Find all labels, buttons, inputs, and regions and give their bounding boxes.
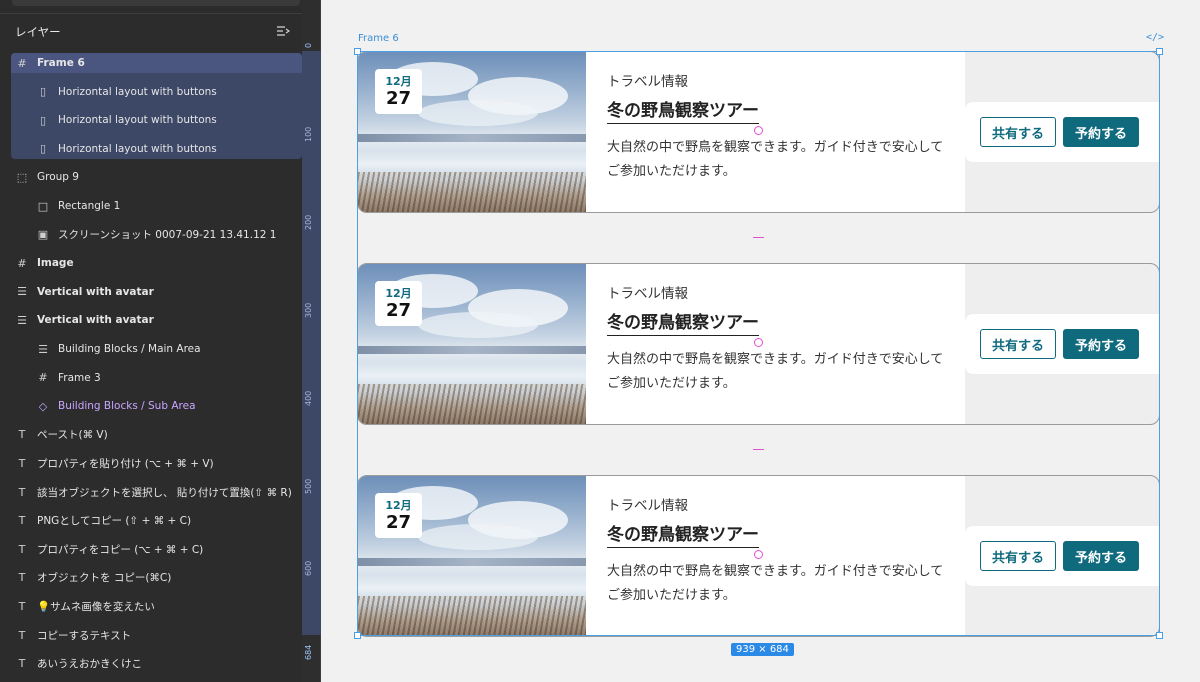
frame-icon: # xyxy=(17,56,27,70)
resize-handle-top-right[interactable] xyxy=(1156,48,1163,55)
panel-divider xyxy=(0,13,302,14)
layer-row[interactable]: T 💡サムネ画像を変えたい xyxy=(0,596,302,616)
text-icon: T xyxy=(18,571,26,585)
spacing-indicator xyxy=(753,237,764,238)
layers-panel-title: レイヤー xyxy=(15,25,61,39)
rectangle-icon: □ xyxy=(37,199,49,213)
layer-label: オブジェクトを コピー(⌘C) xyxy=(37,572,172,585)
vertical-layout-icon: ☰ xyxy=(38,342,48,356)
layer-label: Rectangle 1 xyxy=(58,200,121,212)
ruler-tick-label: 200 xyxy=(304,214,313,230)
layer-row[interactable]: ☰ Vertical with avatar xyxy=(0,310,302,330)
layer-row[interactable]: T プロパティをコピー (⌥ + ⌘ + C) xyxy=(0,539,302,559)
layer-label: Horizontal layout with buttons xyxy=(58,114,217,127)
layer-row[interactable]: T プロパティを貼り付け (⌥ + ⌘ + V) xyxy=(0,453,302,473)
frame-icon: # xyxy=(38,371,48,385)
horizontal-layout-icon: ▯ xyxy=(39,142,47,156)
group-icon: ⬚ xyxy=(16,170,28,184)
frame-name-label[interactable]: Frame 6 xyxy=(358,33,399,44)
layer-row[interactable]: T PNGとしてコピー (⇧ + ⌘ + C) xyxy=(0,511,302,531)
image-icon: ▣ xyxy=(37,228,49,242)
component-icon: ◇ xyxy=(38,399,48,413)
layer-label: Vertical with avatar xyxy=(37,314,154,327)
layer-label: Frame 3 xyxy=(58,371,101,384)
layer-row[interactable]: ▯ Horizontal layout with buttons xyxy=(0,139,302,159)
layer-row[interactable]: ▣ スクリーンショット 0007-09-21 13.41.12 1 xyxy=(0,225,302,245)
spacing-indicator xyxy=(753,449,764,450)
layer-label: プロパティを貼り付け (⌥ + ⌘ + V) xyxy=(37,457,214,470)
ruler-tick-label: 400 xyxy=(304,390,313,406)
vertical-layout-icon: ☰ xyxy=(17,285,27,299)
layer-label: 該当オブジェクトを選択し、 貼り付けて置換(⇧ ⌘ R) xyxy=(37,486,292,499)
layer-row[interactable]: ☰ Building Blocks / Main Area xyxy=(0,339,302,359)
layer-row[interactable]: T ペースト(⌘ V) xyxy=(0,425,302,445)
text-icon: T xyxy=(18,485,26,499)
layer-label: Horizontal layout with buttons xyxy=(58,142,217,155)
ruler-tick-label: 500 xyxy=(304,478,313,494)
text-icon: T xyxy=(18,628,26,642)
text-icon: T xyxy=(18,542,26,556)
ruler-tick-label: 0 xyxy=(304,42,313,48)
layer-label: Frame 6 xyxy=(37,57,85,69)
code-icon[interactable]: </> xyxy=(1146,32,1164,43)
resize-handle-top-left[interactable] xyxy=(354,48,361,55)
layer-row[interactable]: T オブジェクトを コピー(⌘C) xyxy=(0,568,302,588)
frame-icon: # xyxy=(17,256,27,270)
vertical-layout-icon: ☰ xyxy=(17,313,27,327)
layer-label: あいうえおかきくけこ xyxy=(37,658,142,671)
layer-label: スクリーンショット 0007-09-21 13.41.12 1 xyxy=(58,229,277,242)
layer-label: PNGとしてコピー (⇧ + ⌘ + C) xyxy=(37,515,192,528)
resize-handle-bottom-right[interactable] xyxy=(1156,632,1163,639)
ruler-tick-label: 100 xyxy=(304,126,313,142)
text-icon: T xyxy=(18,428,26,442)
resize-handle-bottom-left[interactable] xyxy=(354,632,361,639)
collapse-layers-icon[interactable] xyxy=(276,24,290,38)
horizontal-layout-icon: ▯ xyxy=(39,113,47,127)
layer-row[interactable]: □ Rectangle 1 xyxy=(0,196,302,216)
layer-row[interactable]: ▯ Horizontal layout with buttons xyxy=(0,82,302,102)
layer-label: 💡サムネ画像を変えたい xyxy=(37,600,155,613)
layer-row[interactable]: ⬚ Group 9 xyxy=(0,167,302,187)
layer-label: Group 9 xyxy=(37,171,79,184)
layer-row[interactable]: # Frame 3 xyxy=(0,368,302,388)
layer-row[interactable]: # Frame 6 xyxy=(0,53,302,73)
text-icon: T xyxy=(18,456,26,470)
layer-label: コピーするテキスト xyxy=(37,629,132,642)
layer-label: ペースト(⌘ V) xyxy=(37,429,108,442)
text-icon: T xyxy=(18,599,26,613)
layer-label: Horizontal layout with buttons xyxy=(58,85,217,98)
layer-row[interactable]: # Image xyxy=(0,253,302,273)
text-icon: T xyxy=(18,514,26,528)
text-icon: T xyxy=(18,657,26,671)
layer-label: Vertical with avatar xyxy=(37,285,154,298)
ruler-tick-label: 600 xyxy=(304,560,313,576)
layer-row[interactable]: T 該当オブジェクトを選択し、 貼り付けて置換(⇧ ⌘ R) xyxy=(0,482,302,502)
layer-label: Building Blocks / Main Area xyxy=(58,343,201,355)
ruler-tick-label: 300 xyxy=(304,302,313,318)
layer-row[interactable]: ▯ Horizontal layout with buttons xyxy=(0,110,302,130)
ruler-tick-label: 684 xyxy=(304,644,313,660)
horizontal-layout-icon: ▯ xyxy=(39,85,47,99)
frame-size-badge: 939 × 684 xyxy=(731,643,794,656)
layer-row[interactable]: T コピーするテキスト xyxy=(0,625,302,645)
layer-label: プロパティをコピー (⌥ + ⌘ + C) xyxy=(37,543,204,556)
layer-label: Image xyxy=(37,257,74,270)
layer-row[interactable]: T あいうえおかきくけこ xyxy=(0,654,302,674)
layer-label: Building Blocks / Sub Area xyxy=(58,400,196,413)
layer-row[interactable]: ☰ Vertical with avatar xyxy=(0,282,302,302)
panel-top-bar xyxy=(12,0,300,6)
frame-selection-box[interactable] xyxy=(357,51,1160,636)
layer-row[interactable]: ◇ Building Blocks / Sub Area xyxy=(0,396,302,416)
